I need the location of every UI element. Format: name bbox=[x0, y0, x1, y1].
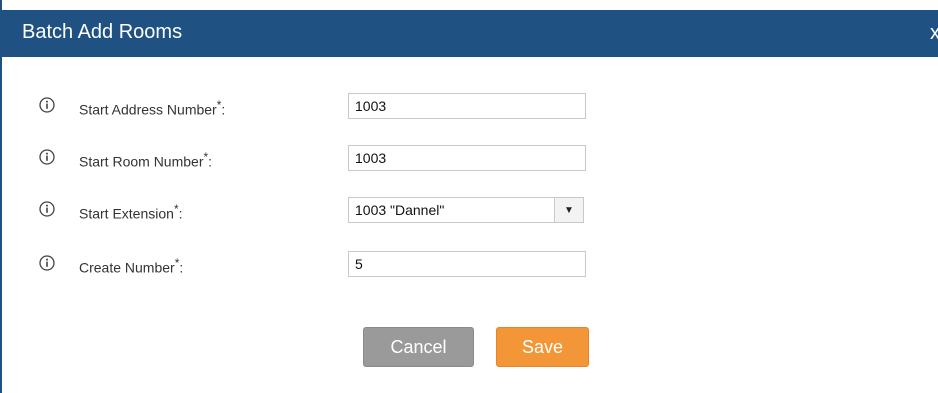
start-room-number-label: Start Room Number*: bbox=[79, 150, 213, 170]
close-icon[interactable]: x bbox=[930, 22, 938, 45]
dialog-title: Batch Add Rooms bbox=[22, 21, 183, 43]
dialog-title-bar: Batch Add Rooms x bbox=[2, 10, 938, 57]
caret-down-icon[interactable]: ▼ bbox=[554, 198, 583, 222]
info-icon[interactable] bbox=[39, 97, 55, 113]
start-extension-select[interactable]: 1003 "Dannel" ▼ bbox=[348, 197, 584, 223]
create-number-label: Create Number*: bbox=[79, 256, 184, 276]
start-room-number-row: Start Room Number*: bbox=[2, 143, 938, 173]
batch-add-rooms-dialog: Batch Add Rooms x Start Address Number*:… bbox=[0, 0, 938, 393]
create-number-row: Create Number*: bbox=[2, 249, 938, 279]
start-address-number-label: Start Address Number*: bbox=[79, 98, 226, 118]
info-icon[interactable] bbox=[39, 201, 55, 217]
start-address-number-row: Start Address Number*: bbox=[2, 91, 938, 121]
info-icon[interactable] bbox=[39, 149, 55, 165]
cancel-button[interactable]: Cancel bbox=[363, 327, 474, 367]
start-extension-row: Start Extension*: 1003 "Dannel" ▼ bbox=[2, 195, 938, 225]
create-number-input[interactable] bbox=[348, 251, 586, 277]
save-button[interactable]: Save bbox=[496, 327, 589, 367]
start-address-number-input[interactable] bbox=[348, 93, 586, 119]
info-icon[interactable] bbox=[39, 255, 55, 271]
start-room-number-input[interactable] bbox=[348, 145, 586, 171]
start-extension-selected-value: 1003 "Dannel" bbox=[355, 202, 445, 218]
start-extension-label: Start Extension*: bbox=[79, 202, 183, 222]
